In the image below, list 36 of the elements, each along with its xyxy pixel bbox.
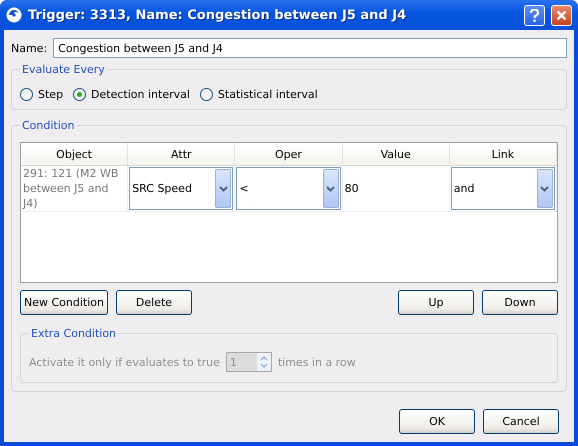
column-header: Link [450,143,557,166]
name-label: Name: [11,42,48,54]
dropdown[interactable]: SRC Speed [129,167,234,210]
radio-label: Detection interval [91,88,190,101]
dialog-button[interactable]: OK [399,409,475,434]
move-button[interactable]: Down [482,290,558,315]
table-cell-text: 80 [344,182,360,195]
column-header: Attr [128,143,236,166]
move-button[interactable]: Up [398,290,474,315]
group-title: Condition [21,119,76,132]
group-title: Evaluate Every [21,63,106,76]
dialog-button[interactable]: Cancel [483,409,559,434]
app-icon [6,7,22,23]
condition-button[interactable]: Delete [116,290,192,315]
activate-label: Activate it only if evaluates to true [29,356,220,368]
radio-label: Step [38,88,64,101]
dropdown[interactable]: < [236,167,341,210]
radio-option[interactable]: Statistical interval [200,88,318,101]
radio-option[interactable]: Step [20,88,64,101]
radio-icon[interactable] [73,88,86,101]
condition-button[interactable]: New Condition [20,290,108,315]
column-header: Oper [235,143,343,166]
window-title: Trigger: 3313, Name: Congestion between J5 and J4 [28,8,408,22]
radio-icon[interactable] [200,88,213,101]
column-header: Object [21,143,128,166]
radio-icon[interactable] [20,88,33,101]
column-header: Value [342,143,450,166]
radio-option[interactable]: Detection interval [73,88,190,101]
dropdown[interactable]: and [450,167,555,210]
help-icon[interactable] [524,4,545,26]
times-label: times in a row [278,356,356,368]
table-cell-text: 291: 121 (M2 WB between J5 and J4) [22,166,120,211]
close-icon[interactable] [551,4,572,26]
name-field[interactable]: Congestion between J5 and J4 [53,38,567,58]
radio-label: Statistical interval [218,88,318,101]
group-title: Extra Condition [30,327,118,340]
